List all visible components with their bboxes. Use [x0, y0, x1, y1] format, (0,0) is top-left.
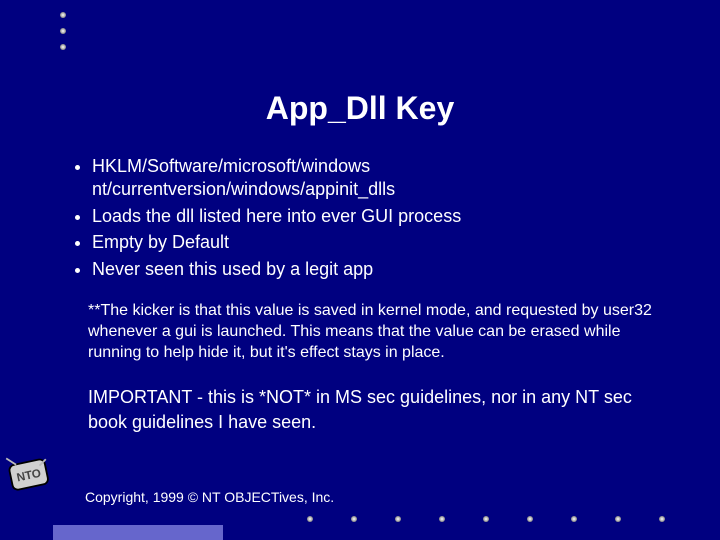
slide-content: HKLM/Software/microsoft/windows nt/curre… [70, 155, 665, 434]
dot-icon [307, 516, 313, 522]
dot-icon [571, 516, 577, 522]
decor-bottom-bar [53, 525, 223, 540]
decor-bottom-dots [307, 516, 665, 522]
note-kicker: **The kicker is that this value is saved… [88, 301, 665, 363]
slide: App_Dll Key HKLM/Software/microsoft/wind… [0, 0, 720, 540]
copyright-text: Copyright, 1999 © NT OBJECTives, Inc. [85, 489, 334, 505]
dot-icon [439, 516, 445, 522]
list-item: HKLM/Software/microsoft/windows nt/curre… [92, 155, 665, 202]
dot-icon [351, 516, 357, 522]
slide-title: App_Dll Key [0, 90, 720, 127]
list-item: Never seen this used by a legit app [92, 258, 665, 281]
decor-left-dots [60, 12, 66, 50]
note-important: IMPORTANT - this is *NOT* in MS sec guid… [88, 385, 665, 434]
bullet-text: HKLM/Software/microsoft/windows [92, 156, 370, 176]
dot-icon [615, 516, 621, 522]
dot-icon [60, 44, 66, 50]
bullet-text: nt/currentversion/windows/appinit_dlls [92, 179, 395, 199]
dot-icon [60, 12, 66, 18]
dot-icon [395, 516, 401, 522]
bullet-list: HKLM/Software/microsoft/windows nt/curre… [70, 155, 665, 281]
dot-icon [659, 516, 665, 522]
dot-icon [483, 516, 489, 522]
dot-icon [527, 516, 533, 522]
nto-logo-icon: NTO [3, 453, 58, 498]
dot-icon [60, 28, 66, 34]
list-item: Empty by Default [92, 231, 665, 254]
list-item: Loads the dll listed here into ever GUI … [92, 205, 665, 228]
